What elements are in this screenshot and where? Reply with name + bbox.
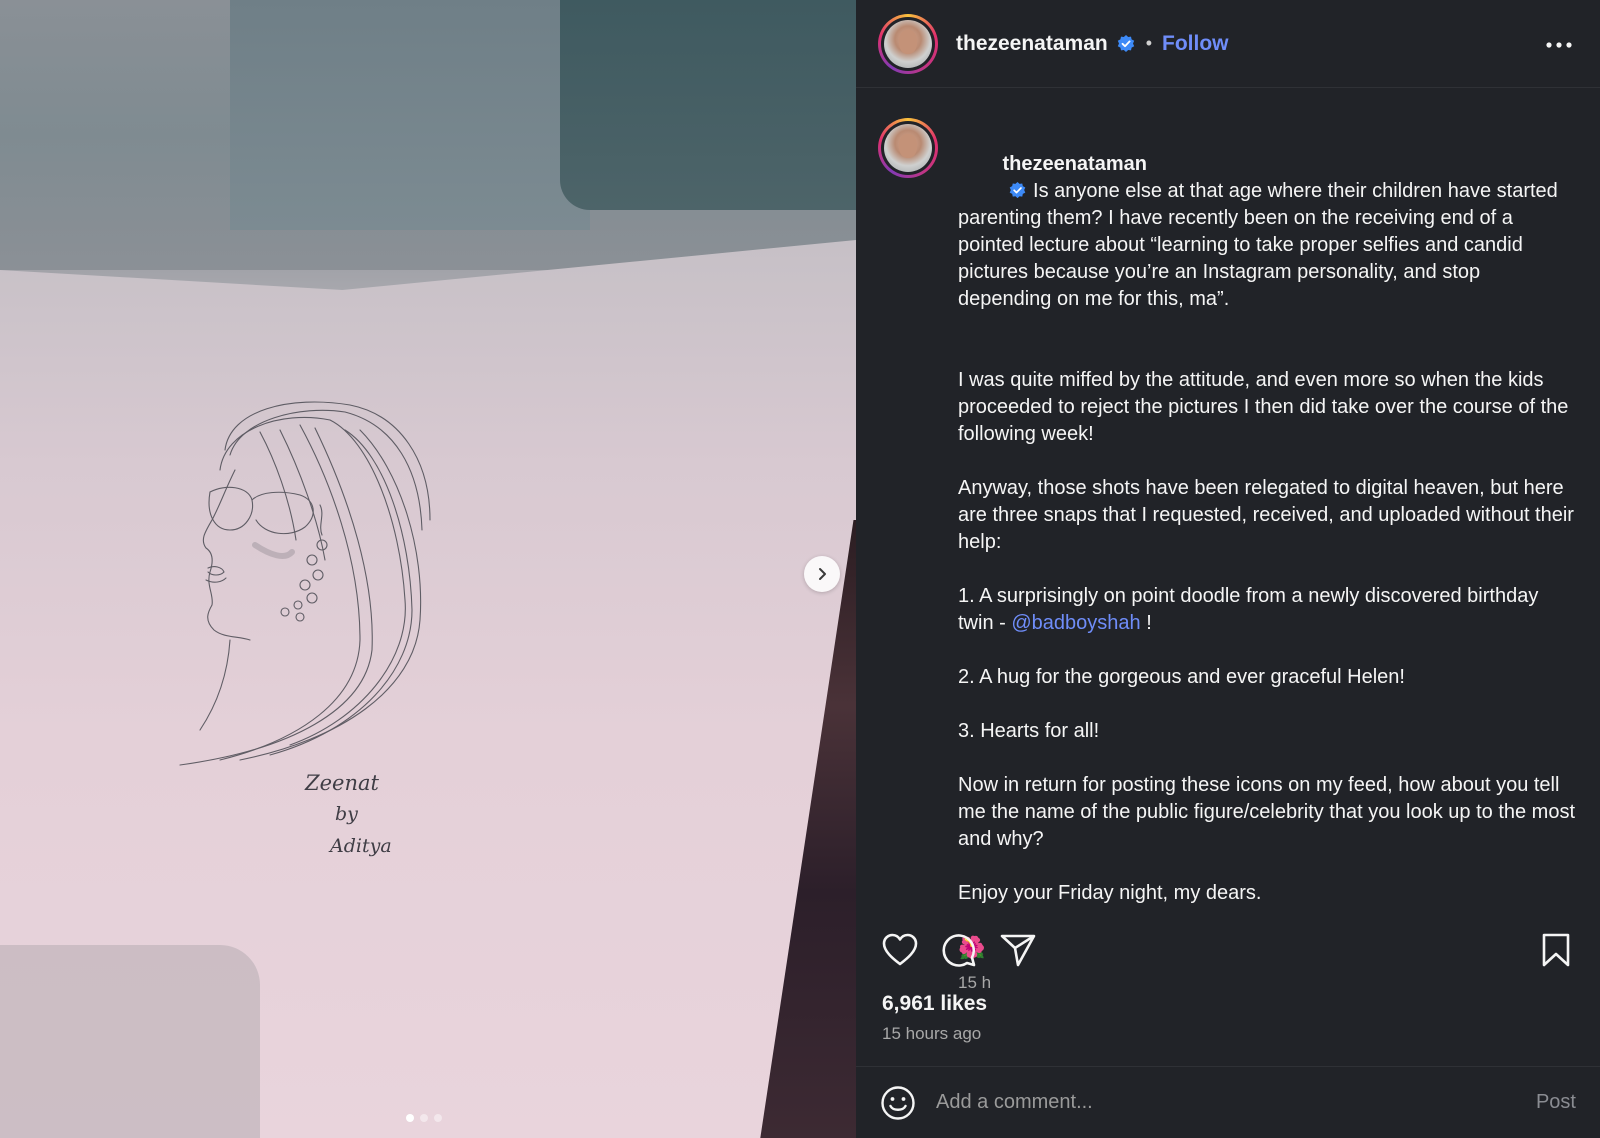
carousel-indicator xyxy=(406,1114,442,1122)
header-username[interactable]: thezeenataman xyxy=(956,32,1108,56)
post-header: thezeenataman • Follow xyxy=(856,0,1600,88)
more-options-icon xyxy=(1546,41,1572,48)
caption-paragraph: I was quite miffed by the attitude, and … xyxy=(958,369,1574,445)
avatar xyxy=(884,19,932,68)
caption-paragraph: Enjoy your Friday night, my dears. xyxy=(958,882,1262,904)
pencil-sketch-portrait: Zeenat by Aditya xyxy=(179,401,431,857)
caption-paragraph: Anyway, those shots have been relegated … xyxy=(958,477,1580,553)
sketch-signature-line-2: by xyxy=(335,803,358,825)
caption-username[interactable]: thezeenataman xyxy=(1002,153,1147,175)
sketch-signature-line-1: Zeenat xyxy=(304,771,379,795)
carousel-dot xyxy=(406,1114,414,1122)
caption-paragraph: 2. A hug for the gorgeous and ever grace… xyxy=(958,666,1405,688)
save-button[interactable] xyxy=(1536,930,1576,970)
share-button[interactable] xyxy=(998,930,1038,970)
heart-icon xyxy=(882,933,918,966)
paper-plane-icon xyxy=(1000,934,1036,967)
more-options-button[interactable] xyxy=(1540,29,1578,59)
post-details-panel: thezeenataman • Follow thezeenataman Is … xyxy=(856,0,1600,1138)
action-bar xyxy=(856,930,1600,970)
chevron-right-icon xyxy=(819,568,826,580)
post-comment-button[interactable]: Post xyxy=(1536,1091,1576,1114)
avatar xyxy=(884,124,932,172)
sketch-signature-line-3: Aditya xyxy=(328,835,392,857)
avatar-story-ring[interactable] xyxy=(878,13,938,74)
follow-button[interactable]: Follow xyxy=(1162,32,1229,56)
like-button[interactable] xyxy=(880,930,920,970)
caption-avatar-ring[interactable] xyxy=(878,118,938,178)
caption-timestamp[interactable]: 15 h xyxy=(958,969,1578,996)
carousel-next-button[interactable] xyxy=(804,556,840,592)
verified-badge-icon xyxy=(1117,34,1134,52)
caption-body: thezeenataman Is anyone else at that age… xyxy=(958,104,1581,992)
bookmark-icon xyxy=(1542,933,1570,967)
caption-paragraph: 3. Hearts for all! xyxy=(958,720,1100,742)
comment-button[interactable] xyxy=(939,930,979,970)
comment-bar: Post xyxy=(856,1066,1600,1138)
comment-bubble-icon xyxy=(942,934,976,967)
mention-link[interactable]: @badboyshah xyxy=(1011,612,1140,634)
comment-input[interactable] xyxy=(936,1091,1536,1114)
caption-section: thezeenataman Is anyone else at that age… xyxy=(856,104,1600,992)
post-media[interactable]: Zeenat by Aditya xyxy=(0,0,856,1138)
posted-time: 15 hours ago xyxy=(882,1024,982,1043)
caption-text-lead: Is anyone else at that age where their c… xyxy=(958,180,1564,310)
verified-badge-icon xyxy=(1010,181,1026,199)
separator-dot: • xyxy=(1145,33,1153,53)
caption-paragraph-mention: 1. A surprisingly on point doodle from a… xyxy=(958,585,1544,634)
caption-paragraph: Now in return for posting these icons on… xyxy=(958,774,1581,850)
likes-count[interactable]: 6,961 likes xyxy=(882,992,987,1016)
carousel-dot xyxy=(434,1114,442,1122)
smiley-icon[interactable] xyxy=(880,1085,916,1121)
carousel-dot xyxy=(420,1114,428,1122)
